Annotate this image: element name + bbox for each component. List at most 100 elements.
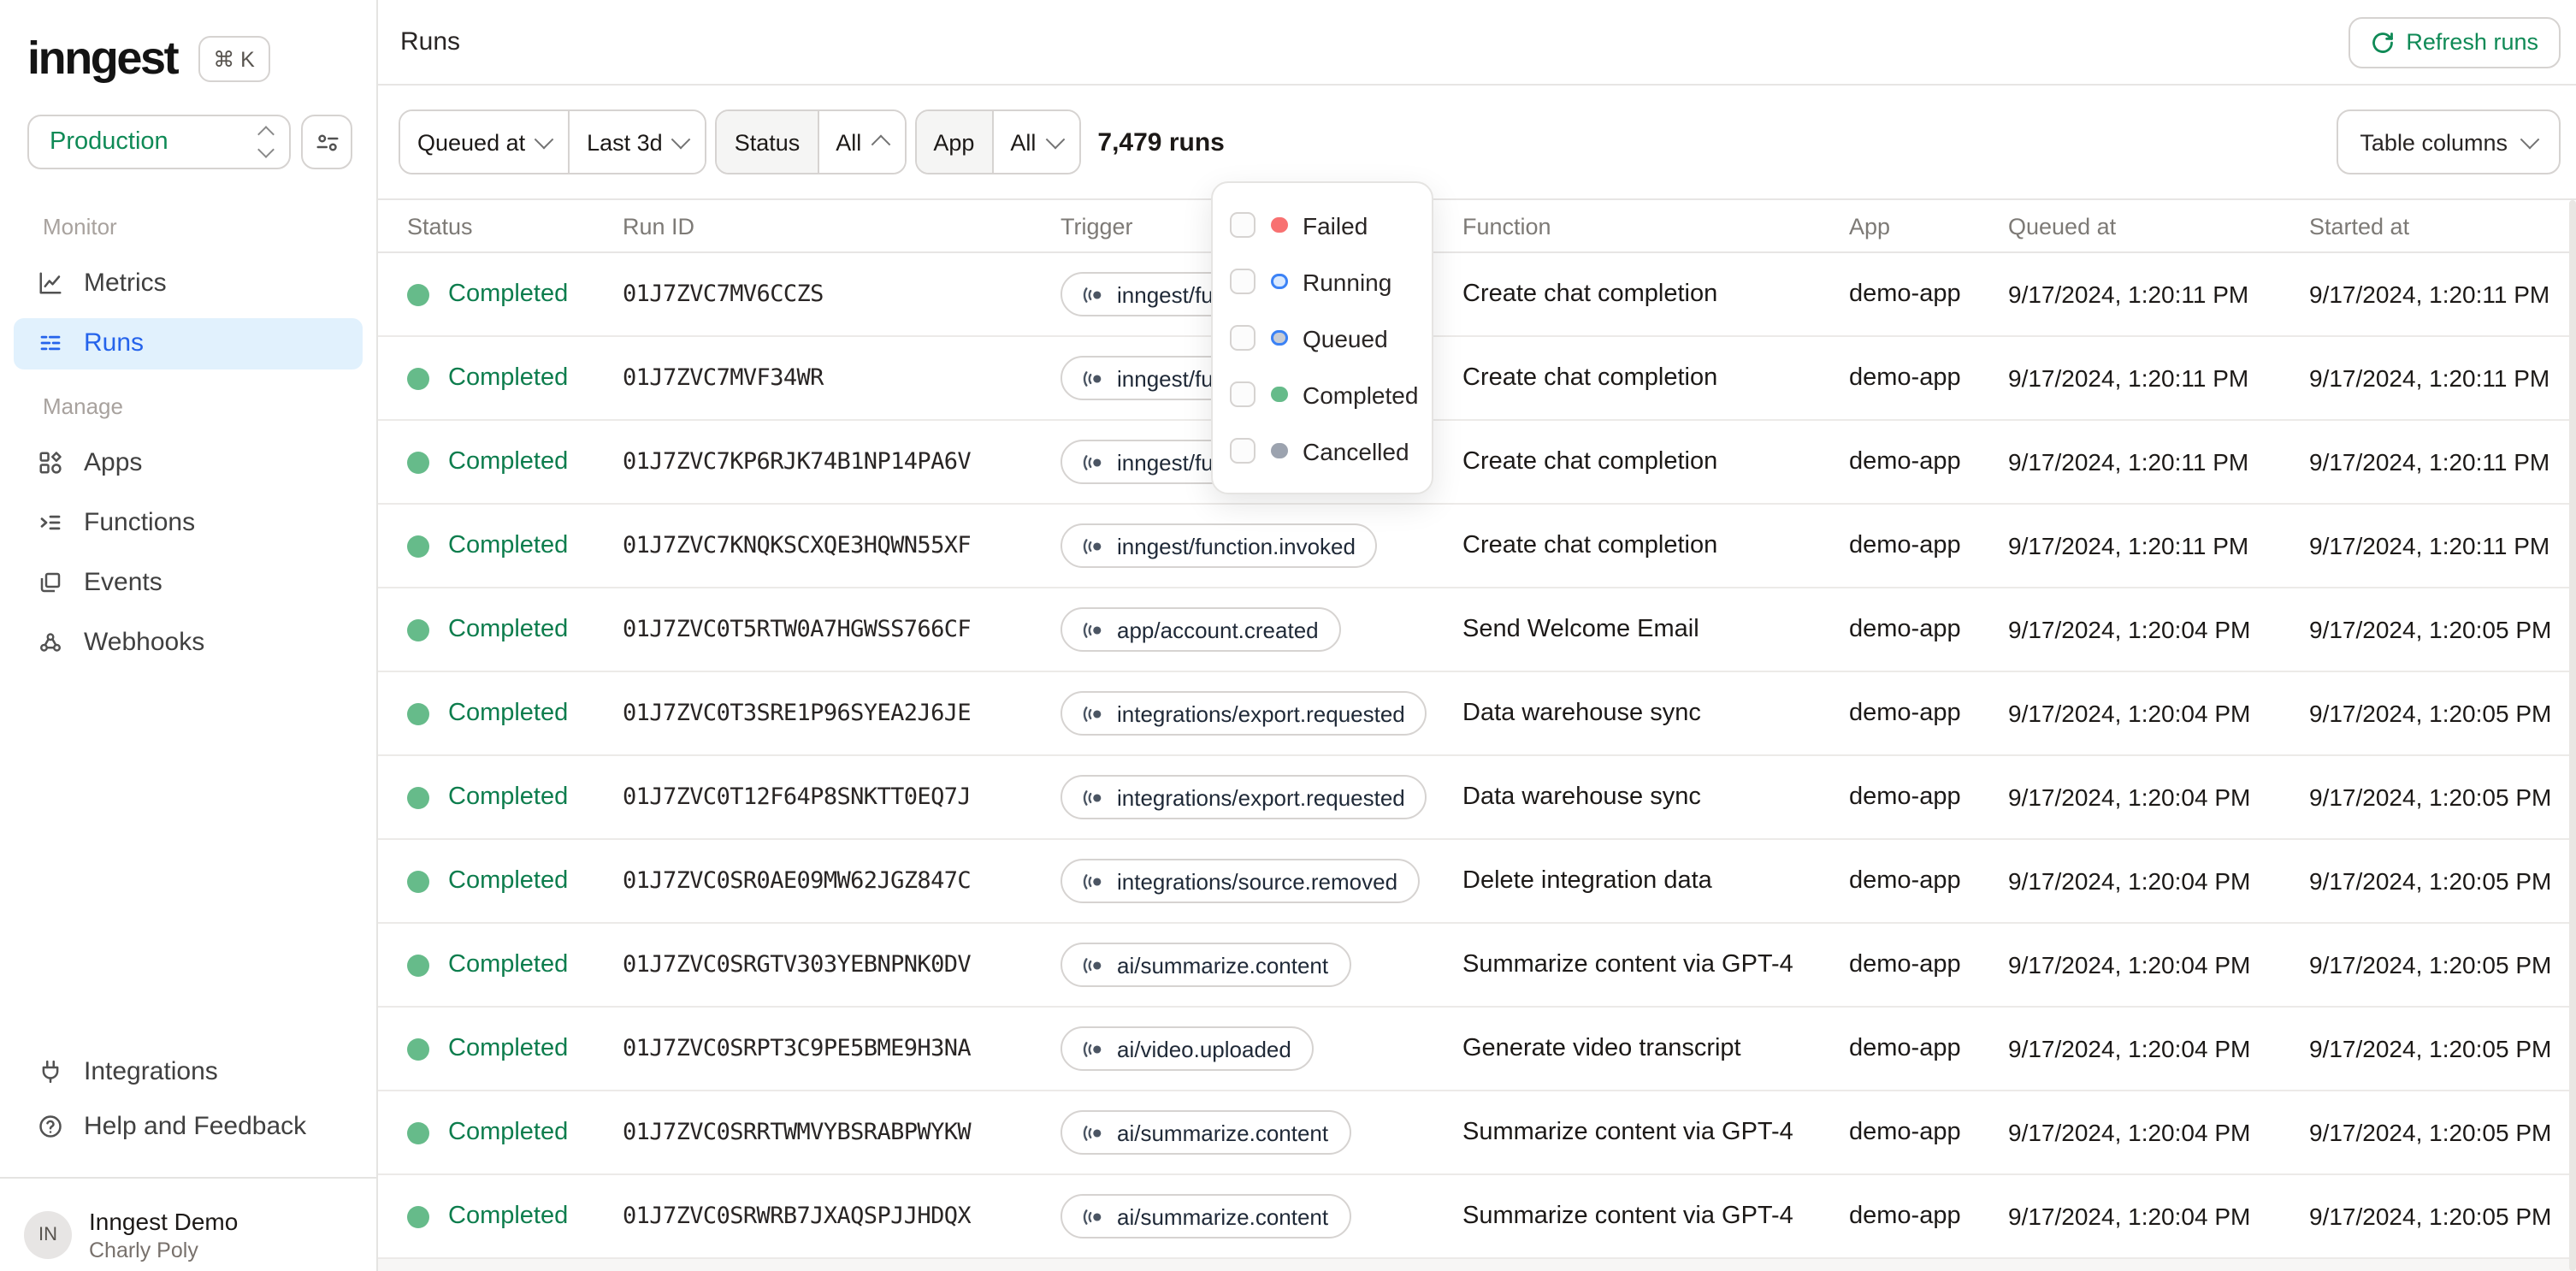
sidebar-item-webhooks[interactable]: Webhooks [14,617,363,668]
queued-at-timestamp: 9/17/2024, 1:20:04 PM [2008,1035,2251,1063]
inngest-logo: inngest [27,32,180,83]
table-columns-button[interactable]: Table columns [2336,109,2561,174]
trigger-badge: ai/summarize.content [1061,943,1351,988]
checkbox[interactable] [1230,212,1256,238]
webhooks-icon [38,630,63,655]
run-id: 01J7ZVC7KNQKSCXQE3HQWN55XF [623,532,972,560]
table-row[interactable]: Completed 01J7ZVC0T5RTW0A7HGWSS766CF app… [378,589,2576,673]
command-k-shortcut[interactable]: ⌘ K [198,35,270,81]
status-label: Completed [448,783,569,812]
sidebar-item-runs[interactable]: Runs [14,317,363,369]
status-option[interactable]: Completed [1213,366,1432,423]
trigger-cell: inngest/function.invoked [1061,523,1462,569]
event-signal-icon [1083,1038,1105,1061]
status-dot [407,870,429,893]
status-option-dot [1271,216,1287,234]
status-option[interactable]: Failed [1213,197,1432,253]
sidebar-item-label: Functions [84,508,196,537]
status-dot [407,283,429,306]
environment-select[interactable]: Production [27,115,291,169]
started-at-timestamp: 9/17/2024, 1:20:05 PM [2309,1035,2552,1063]
table-row[interactable]: Completed 01J7ZVC0SRRTWMVYBSRABPWYKW ai/… [378,1092,2576,1176]
queued-at-timestamp: 9/17/2024, 1:20:11 PM [2008,364,2249,393]
queued-at-label: Queued at [417,129,526,155]
app-name: demo-app [1849,1035,1961,1063]
sidebar-item-events[interactable]: Events [14,557,363,608]
started-at-timestamp: 9/17/2024, 1:20:05 PM [2309,616,2552,644]
trigger-event-name: inngest/function.invoked [1117,533,1356,559]
checkbox[interactable] [1230,269,1256,294]
sidebar-item-label: Integrations [84,1056,218,1085]
table-row[interactable]: Completed 01J7ZVC7MVF34WR inngest/functi… [378,338,2576,422]
trigger-badge: ai/summarize.content [1061,1110,1351,1156]
event-signal-icon [1083,1206,1105,1228]
environment-settings-button[interactable] [301,115,352,169]
status-filter-value[interactable]: All [817,111,905,173]
function-name: Create chat completion [1462,532,1718,560]
sidebar-item-label: Apps [84,448,143,477]
queued-at-filter[interactable]: Queued at [400,111,569,173]
checkbox[interactable] [1230,438,1256,464]
table-row[interactable]: Completed 01J7ZVC0SRWRB7JXAQSPJJHDQX ai/… [378,1176,2576,1260]
status-filter-group: Status All [715,109,907,174]
table-row[interactable]: Completed 01J7ZVC0SR0AE09MW62JGZ847C int… [378,841,2576,925]
user-menu[interactable]: IN Inngest Demo Charly Poly [0,1177,376,1271]
started-at-timestamp: 9/17/2024, 1:20:05 PM [2309,867,2552,896]
table-row[interactable]: Completed 01J7ZVC0SRPT3C9PE5BME9H3NA ai/… [378,1008,2576,1092]
vertical-scrollbar[interactable] [2569,200,2576,1271]
status-option[interactable]: Queued [1213,310,1432,366]
sidebar-item-functions[interactable]: Functions [14,497,363,548]
time-range-label: Last 3d [587,129,663,155]
table-row[interactable]: Completed 01J7ZVC7KP6RJK74B1NP14PA6V inn… [378,422,2576,505]
checkbox[interactable] [1230,381,1256,407]
status-dot [407,1121,429,1144]
refresh-runs-button[interactable]: Refresh runs [2348,16,2561,68]
started-at-timestamp: 9/17/2024, 1:20:05 PM [2309,700,2552,728]
time-range-filter[interactable]: Last 3d [568,111,706,173]
trigger-cell: integrations/source.removed [1061,859,1462,904]
column-header-status: Status [407,213,473,239]
app-name: demo-app [1849,783,1961,812]
app-name: demo-app [1849,616,1961,644]
function-name: Summarize content via GPT-4 [1462,1119,1793,1147]
table-row[interactable]: Completed 01J7ZVC0SRGTV303YEBNPNK0DV ai/… [378,925,2576,1008]
time-filter-group: Queued at Last 3d [399,109,707,174]
run-status-cell: Completed [407,784,623,812]
function-name: Summarize content via GPT-4 [1462,951,1793,979]
status-option-label: Running [1303,268,1392,295]
sidebar-item-help[interactable]: Help and Feedback [14,1101,363,1152]
queued-at-timestamp: 9/17/2024, 1:20:04 PM [2008,700,2251,728]
sidebar-item-apps[interactable]: Apps [14,437,363,488]
checkbox[interactable] [1230,325,1256,351]
run-status-cell: Completed [407,701,623,728]
app-filter-value[interactable]: All [991,111,1079,173]
chevron-down-icon [1045,129,1065,150]
trigger-cell: ai/summarize.content [1061,1194,1462,1239]
main-area: Runs Refresh runs Queued at Last 3d Stat… [378,0,2576,1271]
plug-icon [38,1058,63,1084]
trigger-event-name: ai/summarize.content [1117,1120,1329,1146]
column-header-function: Function [1462,213,1551,239]
status-option[interactable]: Cancelled [1213,423,1432,479]
status-dot [407,1037,429,1061]
started-at-timestamp: 9/17/2024, 1:20:05 PM [2309,1203,2552,1231]
status-dot [407,367,429,390]
status-option[interactable]: Running [1213,253,1432,310]
table-row[interactable]: Completed 01J7ZVC7MV6CCZS inngest/functi… [378,254,2576,338]
chart-line-icon [38,270,63,296]
status-label: Completed [448,364,569,393]
status-label: Completed [448,448,569,476]
trigger-badge: integrations/source.removed [1061,859,1421,904]
table-row[interactable]: Completed 01J7ZVC0T12F64P8SNKTT0EQ7J int… [378,757,2576,841]
queued-at-timestamp: 9/17/2024, 1:20:11 PM [2008,532,2249,560]
trigger-badge: integrations/export.requested [1061,691,1427,736]
status-filter-prefix: Status [717,111,818,173]
sidebar-item-label: Runs [84,328,145,358]
sidebar-item-metrics[interactable]: Metrics [14,257,363,309]
runs-table-header: Status Run ID Trigger Function App Queue… [378,200,2576,254]
sliders-icon [314,129,340,155]
sidebar-item-integrations[interactable]: Integrations [14,1045,363,1097]
table-row[interactable]: Completed 01J7ZVC0T3SRE1P96SYEA2J6JE int… [378,673,2576,757]
chevron-updown-icon [257,126,275,158]
table-row[interactable]: Completed 01J7ZVC7KNQKSCXQE3HQWN55XF inn… [378,505,2576,589]
